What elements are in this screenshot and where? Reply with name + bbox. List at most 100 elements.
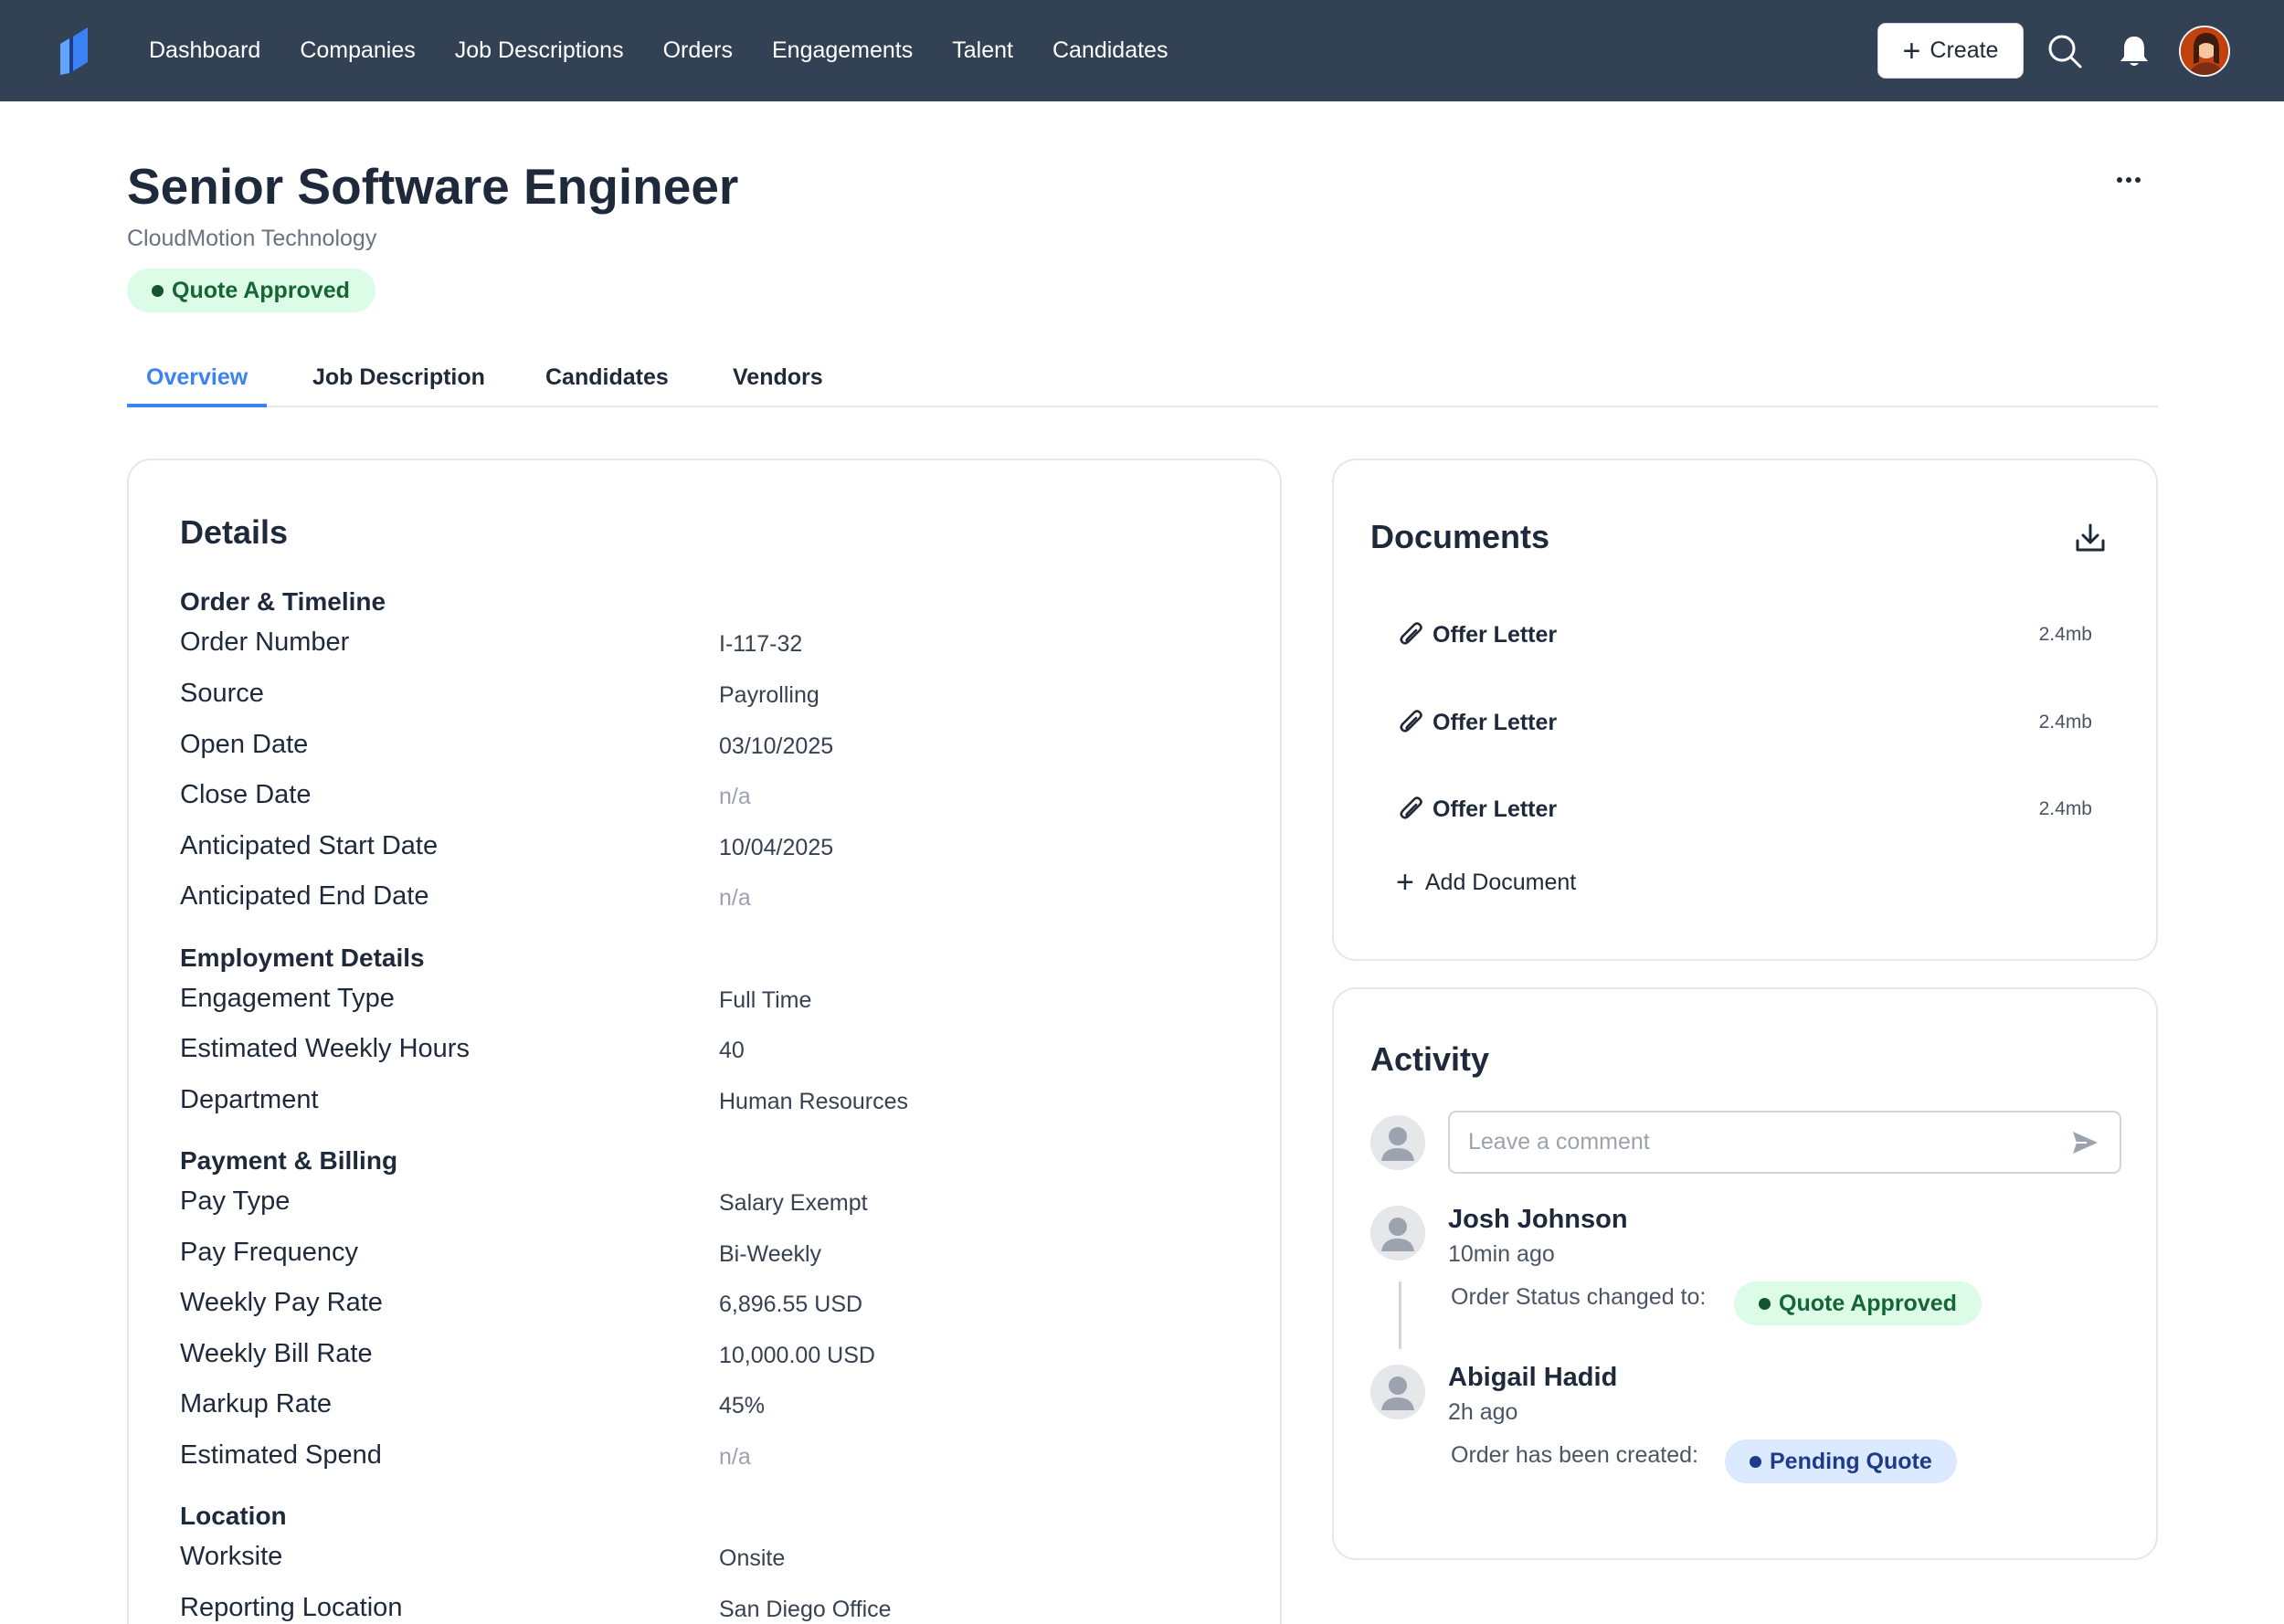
- field-label: Pay Frequency: [180, 1238, 359, 1267]
- nav-candidates[interactable]: Candidates: [1052, 37, 1168, 64]
- field-label: Engagement Type: [180, 984, 395, 1013]
- tab-vendors[interactable]: Vendors: [733, 352, 823, 407]
- plus-icon: +: [1396, 865, 1414, 900]
- field-label: Reporting Location: [180, 1593, 403, 1622]
- activity-user-avatar: [1370, 1206, 1425, 1260]
- nav-talent[interactable]: Talent: [952, 37, 1013, 64]
- nav-companies[interactable]: Companies: [300, 37, 415, 64]
- field-label: Anticipated Start Date: [180, 831, 439, 860]
- document-name: Offer Letter: [1433, 621, 1558, 648]
- documents-title: Documents: [1370, 518, 1550, 555]
- nav-engagements[interactable]: Engagements: [772, 37, 913, 64]
- page-title: Senior Software Engineer: [127, 158, 739, 215]
- status-badge-label: Quote Approved: [172, 277, 350, 303]
- document-row[interactable]: Offer Letter 2.4mb: [1398, 704, 2092, 741]
- app-logo[interactable]: [55, 26, 88, 75]
- plus-icon: +: [1902, 33, 1921, 69]
- nav-dashboard[interactable]: Dashboard: [149, 37, 260, 64]
- activity-card: Activity Josh Johnson 10min ago Order St…: [1332, 987, 2158, 1560]
- field-label: Worksite: [180, 1542, 283, 1571]
- field-label: Estimated Weekly Hours: [180, 1034, 470, 1063]
- department-value: Human Resources: [719, 1089, 909, 1114]
- status-badge-label: Quote Approved: [1779, 1290, 1957, 1316]
- field-label: Department: [180, 1085, 319, 1114]
- tab-overview[interactable]: Overview: [127, 352, 268, 407]
- send-icon[interactable]: [2070, 1128, 2099, 1157]
- document-name: Offer Letter: [1433, 709, 1558, 735]
- activity-title: Activity: [1370, 1040, 1490, 1078]
- company-name[interactable]: CloudMotion Technology: [127, 226, 376, 252]
- nav-job-descriptions[interactable]: Job Descriptions: [455, 37, 624, 64]
- status-badge-label: Pending Quote: [1770, 1448, 1932, 1474]
- bell-icon[interactable]: [2116, 33, 2152, 69]
- activity-timestamp: 2h ago: [1448, 1399, 1518, 1425]
- markup-rate-value: 45%: [719, 1393, 766, 1418]
- status-badge: Quote Approved: [1734, 1281, 1982, 1325]
- activity-user-avatar: [1370, 1365, 1425, 1419]
- section-location: Location: [180, 1502, 287, 1530]
- engagement-type-value: Full Time: [719, 987, 812, 1013]
- activity-timestamp: 10min ago: [1448, 1241, 1555, 1267]
- section-order-timeline: Order & Timeline: [180, 587, 386, 616]
- top-nav-bar: Dashboard Companies Job Descriptions Ord…: [0, 0, 2284, 101]
- field-label: Close Date: [180, 780, 312, 809]
- add-document-button[interactable]: + Add Document: [1396, 867, 1576, 898]
- create-button-label: Create: [1930, 37, 1999, 63]
- main-nav: Dashboard Companies Job Descriptions Ord…: [149, 0, 1207, 101]
- activity-user-name: Josh Johnson: [1448, 1205, 1628, 1234]
- paperclip-icon: [1400, 710, 1422, 733]
- field-label: Pay Type: [180, 1186, 291, 1216]
- pay-type-value: Salary Exempt: [719, 1190, 868, 1216]
- more-options-icon[interactable]: [2110, 164, 2147, 195]
- worksite-value: Onsite: [719, 1545, 786, 1571]
- search-icon[interactable]: [2046, 33, 2083, 69]
- paperclip-icon: [1400, 622, 1422, 645]
- estimated-spend-value: n/a: [719, 1444, 751, 1470]
- order-number-value: I-117-32: [719, 631, 803, 657]
- timeline-connector: [1399, 1281, 1401, 1349]
- comment-input[interactable]: [1448, 1111, 2121, 1174]
- current-user-avatar: [1370, 1115, 1425, 1170]
- create-button[interactable]: + Create: [1877, 23, 2024, 79]
- document-name: Offer Letter: [1433, 796, 1558, 822]
- status-dot-icon: [152, 284, 164, 297]
- document-row[interactable]: Offer Letter 2.4mb: [1398, 791, 2092, 828]
- field-label: Open Date: [180, 730, 309, 759]
- document-size: 2.4mb: [2038, 798, 2092, 819]
- section-employment: Employment Details: [180, 944, 425, 972]
- field-label: Weekly Pay Rate: [180, 1288, 383, 1317]
- details-title: Details: [180, 513, 289, 551]
- status-dot-icon: [1750, 1455, 1761, 1468]
- document-row[interactable]: Offer Letter 2.4mb: [1398, 617, 2092, 653]
- close-date-value: n/a: [719, 784, 751, 809]
- document-size: 2.4mb: [2038, 712, 2092, 733]
- field-label: Estimated Spend: [180, 1440, 382, 1470]
- tab-job-description[interactable]: Job Description: [312, 352, 485, 407]
- start-date-value: 10/04/2025: [719, 835, 834, 860]
- section-payment: Payment & Billing: [180, 1146, 398, 1175]
- activity-user-name: Abigail Hadid: [1448, 1363, 1618, 1392]
- end-date-value: n/a: [719, 885, 751, 911]
- tab-bar: Overview Job Description Candidates Vend…: [127, 352, 2158, 407]
- download-icon[interactable]: [2073, 521, 2108, 555]
- paperclip-icon: [1400, 796, 1422, 819]
- weekly-pay-rate-value: 6,896.55 USD: [719, 1292, 863, 1317]
- field-label: Order Number: [180, 627, 350, 657]
- source-value: Payrolling: [719, 682, 819, 708]
- pay-frequency-value: Bi-Weekly: [719, 1241, 822, 1267]
- status-badge: Quote Approved: [127, 269, 375, 312]
- status-badge: Pending Quote: [1725, 1439, 1957, 1483]
- weekly-hours-value: 40: [719, 1038, 745, 1063]
- activity-text: Order has been created:: [1451, 1442, 1698, 1468]
- nav-orders[interactable]: Orders: [663, 37, 733, 64]
- tab-candidates[interactable]: Candidates: [545, 352, 669, 407]
- add-document-label: Add Document: [1424, 869, 1577, 895]
- weekly-bill-rate-value: 10,000.00 USD: [719, 1343, 875, 1368]
- documents-card: Documents Offer Letter 2.4mb Offer Lette…: [1332, 459, 2158, 961]
- reporting-location-value: San Diego Office: [719, 1597, 892, 1622]
- field-label: Markup Rate: [180, 1389, 333, 1418]
- activity-text: Order Status changed to:: [1451, 1284, 1707, 1310]
- field-label: Weekly Bill Rate: [180, 1339, 373, 1368]
- user-avatar[interactable]: [2179, 26, 2230, 77]
- field-label: Source: [180, 679, 264, 708]
